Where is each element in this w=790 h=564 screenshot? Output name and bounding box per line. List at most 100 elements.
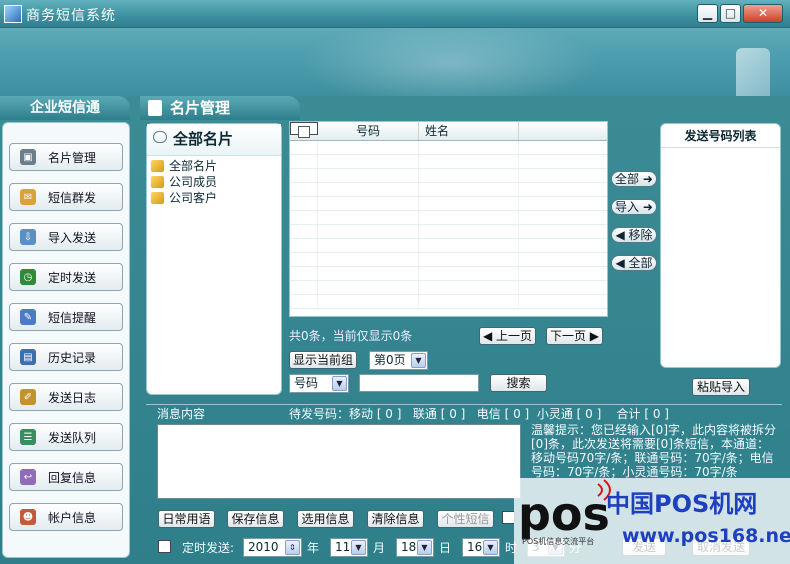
table-row[interactable] [290, 169, 607, 183]
table-row[interactable] [290, 225, 607, 239]
tree-item-customers[interactable]: 公司客户 [147, 190, 281, 206]
table-row[interactable] [290, 295, 607, 309]
table-row[interactable] [290, 239, 607, 253]
table-row[interactable] [290, 141, 607, 155]
mass-send-icon: ✉ [20, 189, 36, 205]
spin-icon: ⇕ [285, 540, 300, 555]
phone-graphic-icon [736, 48, 770, 96]
minute-select[interactable]: 3 ▼ [527, 538, 565, 557]
maximize-button[interactable]: □ [720, 4, 741, 23]
arrow-right-icon: ➜ [642, 200, 653, 214]
day-select[interactable]: 18 ▼ [396, 538, 434, 557]
import-button[interactable]: 导入 ➜ [611, 199, 657, 215]
chevron-down-icon: ▼ [483, 540, 498, 555]
close-button[interactable]: ✕ [743, 4, 783, 23]
table-cell [318, 141, 419, 154]
table-row[interactable] [290, 183, 607, 197]
common-phrases-button[interactable]: 日常用语 [158, 510, 215, 528]
table-cell [419, 183, 519, 196]
remove-all-button[interactable]: ◀ 全部 [611, 255, 657, 271]
table-header: 号码 姓名 [290, 122, 607, 141]
nav-item-send-log[interactable]: ✐ 发送日志 [9, 383, 123, 411]
search-input[interactable] [359, 374, 479, 392]
table-cell [318, 169, 419, 182]
app-window: 商务短信系统 ▁ □ ✕ 企业短信通 ▣ 名片管理 ✉ 短信群发 ⇩ 导入发送 ◷ 定时… [0, 0, 790, 564]
table-cell [290, 211, 318, 224]
column-header-name[interactable]: 姓名 [419, 122, 519, 140]
nav-item-timed-send[interactable]: ◷ 定时发送 [9, 263, 123, 291]
table-row[interactable] [290, 211, 607, 225]
table-cell [419, 169, 519, 182]
section-title: 名片管理 [140, 96, 300, 120]
table-cell [290, 183, 318, 196]
personalized-sms-button[interactable]: 个性短信 [437, 510, 494, 528]
table-cell [290, 169, 318, 182]
table-cell [318, 183, 419, 196]
timed-send-checkbox[interactable] [158, 540, 171, 553]
sidebar: ▣ 名片管理 ✉ 短信群发 ⇩ 导入发送 ◷ 定时发送 ✎ 短信提醒 ▤ 历史记录 ✐ 发送日… [2, 122, 130, 558]
account-icon: ☻ [20, 509, 36, 525]
year-stepper[interactable]: 2010 ⇕ [243, 538, 302, 557]
search-button[interactable]: 搜索 [490, 374, 547, 392]
nav-item-reminder[interactable]: ✎ 短信提醒 [9, 303, 123, 331]
arrow-left-icon: ◀ [615, 228, 625, 242]
user-group-icon [151, 176, 164, 188]
paste-import-button[interactable]: 粘贴导入 [692, 378, 750, 396]
message-textarea[interactable] [157, 424, 521, 499]
window-title: 商务短信系统 [26, 8, 116, 24]
nav-item-reply[interactable]: ↩ 回复信息 [9, 463, 123, 491]
search-field-select[interactable]: 号码 ▼ [289, 374, 349, 393]
table-row[interactable] [290, 155, 607, 169]
queue-icon: ☰ [20, 429, 36, 445]
nav-item-import-send[interactable]: ⇩ 导入发送 [9, 223, 123, 251]
send-number-list[interactable]: 发送号码列表 [660, 123, 781, 368]
banner-glow [300, 28, 600, 96]
personalized-checkbox[interactable] [502, 511, 515, 524]
table-row[interactable] [290, 197, 607, 211]
nav-item-account[interactable]: ☻ 帐户信息 [9, 503, 123, 531]
table-cell [318, 155, 419, 168]
column-header-blank [519, 122, 607, 140]
table-cell [290, 197, 318, 210]
remove-button[interactable]: ◀ 移除 [611, 227, 657, 243]
select-all-checkbox[interactable] [290, 122, 318, 138]
nav-item-card-manage[interactable]: ▣ 名片管理 [9, 143, 123, 171]
send-button[interactable]: 发送 [622, 538, 666, 556]
add-all-button[interactable]: 全部 ➜ [611, 171, 657, 187]
contact-table: 号码 姓名 [289, 121, 608, 317]
minimize-button[interactable]: ▁ [697, 4, 718, 23]
chevron-down-icon: ▼ [332, 376, 347, 391]
import-send-icon: ⇩ [20, 229, 36, 245]
table-cell [419, 211, 519, 224]
next-page-button[interactable]: 下一页 ▶ [546, 327, 603, 345]
choose-message-button[interactable]: 选用信息 [297, 510, 354, 528]
reminder-icon: ✎ [20, 309, 36, 325]
show-group-button[interactable]: 显示当前组 [289, 351, 357, 369]
table-row[interactable] [290, 253, 607, 267]
month-select[interactable]: 11 ▼ [330, 538, 368, 557]
card-manage-icon [148, 100, 162, 116]
card-icon: ▣ [20, 149, 36, 165]
table-row[interactable] [290, 281, 607, 295]
hour-select[interactable]: 16 ▼ [462, 538, 500, 557]
table-row[interactable] [290, 267, 607, 281]
nav-item-send-queue[interactable]: ☰ 发送队列 [9, 423, 123, 451]
table-cell [290, 295, 318, 308]
cancel-send-button[interactable]: 取消发送 [692, 538, 750, 556]
prev-page-button[interactable]: ◀ 上一页 [479, 327, 536, 345]
clear-message-button[interactable]: 清除信息 [367, 510, 424, 528]
table-cell [419, 225, 519, 238]
column-header-number[interactable]: 号码 [318, 122, 419, 140]
tree-item-members[interactable]: 公司成员 [147, 174, 281, 190]
table-cell [318, 225, 419, 238]
save-message-button[interactable]: 保存信息 [227, 510, 284, 528]
nav-item-history[interactable]: ▤ 历史记录 [9, 343, 123, 371]
tree-item-all[interactable]: 全部名片 [147, 158, 281, 174]
nav-title: 企业短信通 [0, 96, 130, 120]
nav-item-mass-send[interactable]: ✉ 短信群发 [9, 183, 123, 211]
table-cell [318, 197, 419, 210]
chevron-down-icon: ▼ [548, 540, 563, 555]
page-select[interactable]: 第0页 ▼ [369, 351, 428, 370]
arrow-right-icon: ➜ [642, 172, 653, 186]
table-cell [318, 253, 419, 266]
